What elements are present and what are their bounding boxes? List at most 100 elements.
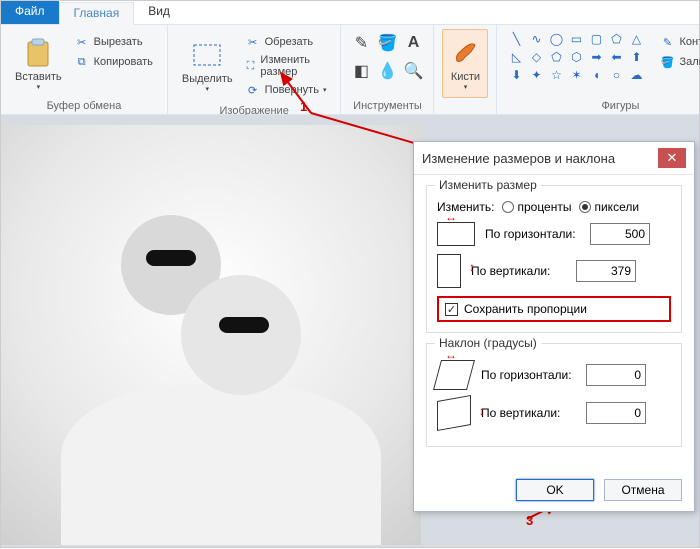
select-button[interactable]: Выделить ▾ bbox=[176, 29, 239, 103]
fieldset-resize: Изменить размер Изменить: проценты пиксе… bbox=[426, 185, 682, 333]
shape-rect[interactable]: ▭ bbox=[567, 31, 585, 47]
cancel-button[interactable]: Отмена bbox=[604, 479, 682, 501]
pencil-tool[interactable]: ✎ bbox=[351, 33, 371, 53]
paste-label: Вставить bbox=[15, 71, 62, 83]
eraser-tool[interactable]: ◧ bbox=[351, 61, 371, 81]
vertical-label: По вертикали: bbox=[471, 264, 566, 278]
resize-dialog: Изменение размеров и наклона ✕ Изменить … bbox=[413, 141, 695, 512]
copy-icon: ⧉ bbox=[74, 54, 90, 70]
crop-button[interactable]: ✂ Обрезать bbox=[241, 33, 331, 51]
shape-fill-button[interactable]: 🪣 Заливка▾ bbox=[655, 53, 700, 71]
cut-label: Вырезать bbox=[94, 36, 143, 48]
outline-icon: ✎ bbox=[659, 34, 675, 50]
ok-button[interactable]: OK bbox=[516, 479, 594, 501]
skew-v-icon bbox=[437, 395, 471, 431]
tab-view[interactable]: Вид bbox=[134, 1, 184, 24]
group-shapes: ╲ ∿ ◯ ▭ ▢ ⬠ △ ◺ ◇ ⬠ ⬡ ➡ ⬅ ⬆ ⬇ ✦ ☆ ✶ ◖ ○ bbox=[497, 25, 700, 114]
brushes-label: Кисти bbox=[451, 71, 480, 83]
group-brushes-label bbox=[442, 98, 488, 112]
skew-v-label: По вертикали: bbox=[481, 406, 576, 420]
shape-arrow-d[interactable]: ⬇ bbox=[507, 67, 525, 83]
dialog-close-button[interactable]: ✕ bbox=[658, 148, 686, 168]
tab-file[interactable]: Файл bbox=[1, 1, 59, 24]
close-icon: ✕ bbox=[667, 150, 678, 166]
chevron-down-icon: ▾ bbox=[323, 86, 327, 94]
chevron-down-icon: ▾ bbox=[464, 83, 468, 91]
shape-rtriangle[interactable]: ◺ bbox=[507, 49, 525, 65]
horizontal-input[interactable] bbox=[590, 223, 650, 245]
vertical-icon bbox=[437, 254, 461, 288]
shape-polygon[interactable]: ⬠ bbox=[607, 31, 625, 47]
horizontal-icon bbox=[437, 222, 475, 246]
shape-star5[interactable]: ☆ bbox=[547, 67, 565, 83]
skew-h-input[interactable] bbox=[586, 364, 646, 386]
zoom-tool[interactable]: 🔍 bbox=[403, 61, 423, 81]
keep-ratio-row[interactable]: ✓ Сохранить пропорции bbox=[437, 296, 671, 322]
arrow-v-icon: ↕ bbox=[479, 404, 485, 418]
shape-callout-rd[interactable]: ◖ bbox=[587, 67, 605, 83]
outline-label: Контур bbox=[679, 36, 700, 48]
group-image: Выделить ▾ ✂ Обрезать ⛶ Изменить размер … bbox=[168, 25, 342, 114]
skew-v-input[interactable] bbox=[586, 402, 646, 424]
select-icon bbox=[191, 39, 223, 71]
horizontal-label: По горизонтали: bbox=[485, 227, 580, 241]
shape-callout-ov[interactable]: ○ bbox=[607, 67, 625, 83]
group-tools: ✎ 🪣 A ◧ 💧 🔍 Инструменты bbox=[341, 25, 434, 114]
shape-oval[interactable]: ◯ bbox=[547, 31, 565, 47]
shape-star6[interactable]: ✶ bbox=[567, 67, 585, 83]
shape-arrow-l[interactable]: ⬅ bbox=[607, 49, 625, 65]
shapes-gallery[interactable]: ╲ ∿ ◯ ▭ ▢ ⬠ △ ◺ ◇ ⬠ ⬡ ➡ ⬅ ⬆ ⬇ ✦ ☆ ✶ ◖ ○ bbox=[505, 29, 647, 98]
shape-arrow-u[interactable]: ⬆ bbox=[627, 49, 645, 65]
group-tools-label: Инструменты bbox=[349, 98, 425, 112]
radio-dot-icon bbox=[502, 201, 514, 213]
shape-star4[interactable]: ✦ bbox=[527, 67, 545, 83]
group-brushes: Кисти ▾ bbox=[434, 25, 497, 114]
dialog-title: Изменение размеров и наклона bbox=[422, 151, 615, 166]
radio-pixels[interactable]: пиксели bbox=[579, 200, 639, 214]
shape-arrow-r[interactable]: ➡ bbox=[587, 49, 605, 65]
rotate-button[interactable]: ⟳ Повернуть ▾ bbox=[241, 81, 331, 99]
chevron-down-icon: ▾ bbox=[37, 83, 41, 91]
group-shapes-label: Фигуры bbox=[505, 98, 700, 112]
shape-pentagon[interactable]: ⬠ bbox=[547, 49, 565, 65]
resize-button[interactable]: ⛶ Изменить размер bbox=[241, 53, 331, 79]
crop-icon: ✂ bbox=[245, 34, 261, 50]
copy-label: Копировать bbox=[94, 56, 153, 68]
radio-percent[interactable]: проценты bbox=[502, 200, 571, 214]
fill-tool[interactable]: 🪣 bbox=[377, 33, 397, 53]
picker-tool[interactable]: 💧 bbox=[377, 61, 397, 81]
skew-h-label: По горизонтали: bbox=[481, 368, 576, 382]
paste-button[interactable]: Вставить ▾ bbox=[9, 29, 68, 98]
tabs-bar: Файл Главная Вид bbox=[1, 1, 699, 25]
arrow-h-icon: ↔ bbox=[445, 210, 457, 224]
ribbon: Вставить ▾ ✂ Вырезать ⧉ Копировать Буфер… bbox=[1, 25, 699, 115]
shape-roundrect[interactable]: ▢ bbox=[587, 31, 605, 47]
cut-button[interactable]: ✂ Вырезать bbox=[70, 33, 157, 51]
shape-line[interactable]: ╲ bbox=[507, 31, 525, 47]
fill-icon: 🪣 bbox=[659, 54, 675, 70]
brushes-button[interactable]: Кисти ▾ bbox=[442, 29, 488, 98]
shape-hexagon[interactable]: ⬡ bbox=[567, 49, 585, 65]
canvas-image[interactable] bbox=[1, 125, 421, 545]
resize-icon: ⛶ bbox=[245, 58, 257, 74]
text-tool[interactable]: A bbox=[403, 33, 423, 53]
crop-label: Обрезать bbox=[265, 36, 314, 48]
fieldset-resize-title: Изменить размер bbox=[435, 178, 541, 192]
shape-callout-cl[interactable]: ☁ bbox=[627, 67, 645, 83]
skew-h-icon bbox=[433, 360, 475, 390]
copy-button[interactable]: ⧉ Копировать bbox=[70, 53, 157, 71]
arrow-v-icon: ↕ bbox=[469, 260, 475, 274]
fieldset-skew: Наклон (градусы) ↔ По горизонтали: ↕ По … bbox=[426, 343, 682, 447]
rotate-icon: ⟳ bbox=[245, 82, 261, 98]
shape-curve[interactable]: ∿ bbox=[527, 31, 545, 47]
shape-diamond[interactable]: ◇ bbox=[527, 49, 545, 65]
outline-button[interactable]: ✎ Контур▾ bbox=[655, 33, 700, 51]
annotation-3: 3 bbox=[526, 513, 533, 528]
radio-dot-icon bbox=[579, 201, 591, 213]
clipboard-icon bbox=[22, 37, 54, 69]
rotate-label: Повернуть bbox=[265, 84, 319, 96]
chevron-down-icon: ▾ bbox=[205, 85, 209, 93]
tab-home[interactable]: Главная bbox=[59, 2, 135, 25]
vertical-input[interactable] bbox=[576, 260, 636, 282]
shape-triangle[interactable]: △ bbox=[627, 31, 645, 47]
